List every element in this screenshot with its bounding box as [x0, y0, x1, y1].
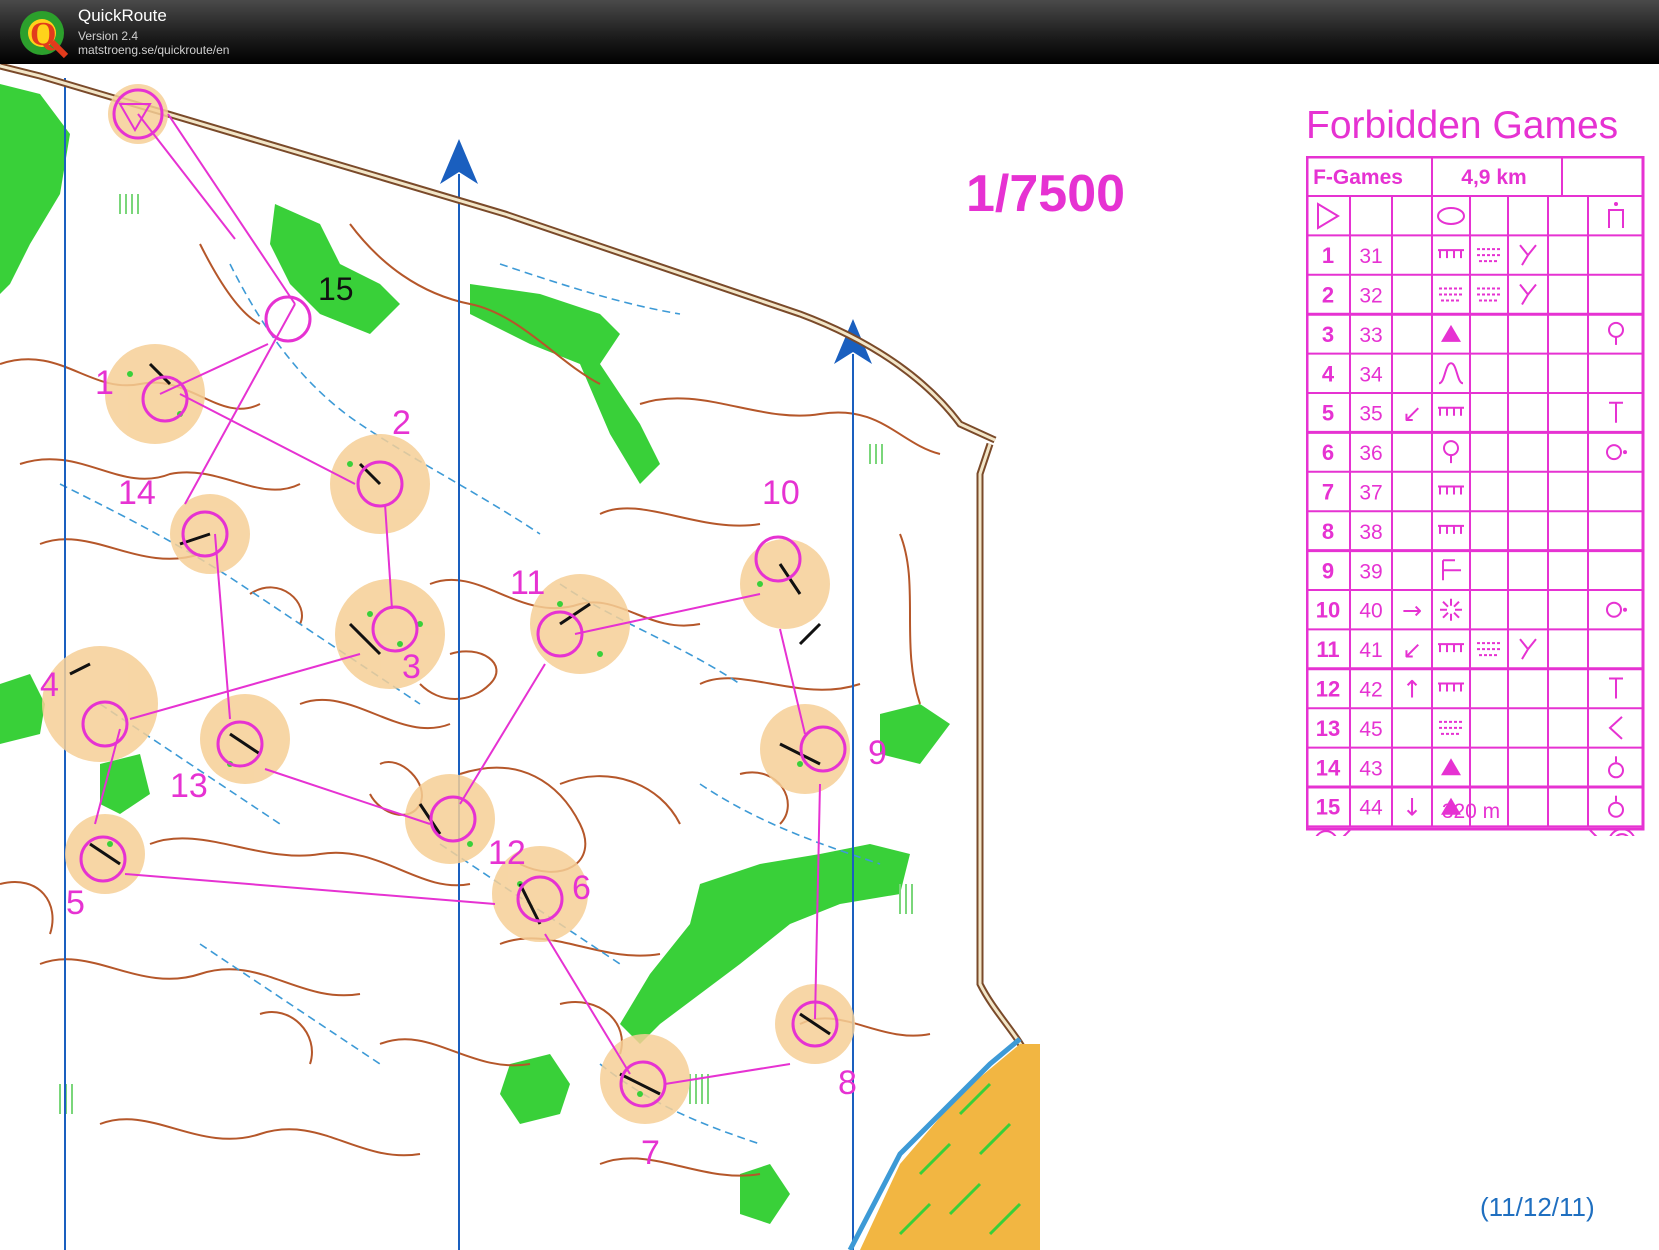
- control-number-12: 12: [488, 834, 526, 872]
- control-description-grid: 1 312 323 334 345 35 ↙6 367 378 389 3910 40 →11 41 ↙12…: [1305, 155, 1645, 867]
- map-scale: 1/7500: [966, 165, 1126, 223]
- control-number-4: 4: [40, 666, 59, 704]
- control-row-number: 15: [1316, 795, 1340, 820]
- app-title-bar: Q QuickRoute Version 2.4 matstroeng.se/q…: [0, 0, 1659, 64]
- course-name: F-Games: [1313, 166, 1403, 189]
- app-url: matstroeng.se/quickroute/en: [78, 43, 230, 57]
- course-length: 4,9 km: [1461, 166, 1526, 189]
- control-row-number: 8: [1322, 519, 1334, 544]
- control-row-code: 38: [1359, 521, 1382, 544]
- control-row-direction: ↓: [1402, 794, 1422, 822]
- control-row-code: 37: [1359, 482, 1382, 505]
- control-number-15: 15: [318, 271, 354, 307]
- app-title: QuickRoute: [78, 6, 167, 25]
- control-row-number: 2: [1322, 283, 1334, 308]
- control-row-number: 1: [1322, 243, 1334, 268]
- control-number-14: 14: [118, 474, 156, 512]
- control-row-number: 3: [1322, 322, 1334, 347]
- control-row-direction: →: [1402, 597, 1422, 625]
- control-row-number: 9: [1322, 558, 1334, 583]
- control-number-2: 2: [392, 404, 411, 442]
- control-row-code: 36: [1359, 442, 1382, 465]
- control-row-number: 6: [1322, 440, 1334, 465]
- control-row-number: 7: [1322, 480, 1334, 505]
- control-row-number: 10: [1316, 598, 1340, 623]
- control-row-code: 35: [1359, 403, 1382, 426]
- control-number-11: 11: [510, 564, 545, 602]
- control-number-1: 1: [95, 364, 114, 402]
- control-number-3: 3: [402, 648, 421, 686]
- event-title: Forbidden Games: [1306, 104, 1619, 147]
- svg-text:Q: Q: [30, 16, 56, 53]
- control-row-direction: ↙: [1402, 400, 1422, 428]
- control-row-code: 44: [1359, 797, 1383, 820]
- control-row-direction: ↑: [1402, 676, 1422, 704]
- control-description-sheet: 1 31 2 32 3 33 4 34 5 35 ↙ 6 36 7 37 8 38 9 39 10 40 → 11 41 ↙ 12…: [1305, 155, 1646, 867]
- control-number-13: 13: [170, 767, 208, 805]
- control-row-number: 13: [1316, 716, 1340, 741]
- control-row-code: 33: [1359, 324, 1382, 347]
- app-version: Version 2.4: [78, 29, 139, 43]
- control-row-code: 45: [1359, 718, 1382, 741]
- control-row-code: 34: [1359, 363, 1383, 386]
- control-number-9: 9: [868, 734, 887, 772]
- control-row-code: 31: [1359, 245, 1382, 268]
- control-row-code: 32: [1359, 285, 1382, 308]
- map-date: (11/12/11): [1480, 1192, 1595, 1222]
- orienteering-map[interactable]: 15 1 2 14 3 11 10 4 13 9 12 6 5 8 7 1/75…: [0, 64, 1659, 1250]
- control-row-code: 41: [1359, 639, 1382, 662]
- quickroute-logo-icon: Q: [20, 11, 69, 59]
- control-row-code: 40: [1359, 600, 1382, 623]
- control-row-direction: ↙: [1402, 636, 1422, 664]
- finish-distance: 320 m: [1442, 800, 1500, 823]
- control-row-number: 14: [1316, 755, 1341, 780]
- control-row-number: 12: [1316, 677, 1340, 702]
- control-row-code: 42: [1359, 679, 1382, 702]
- control-number-7: 7: [641, 1134, 660, 1172]
- control-number-8: 8: [838, 1064, 857, 1102]
- finish-start-icon: [1314, 829, 1351, 855]
- control-row-number: 4: [1322, 361, 1335, 386]
- control-number-5: 5: [66, 884, 85, 922]
- control-row-number: 11: [1316, 637, 1339, 662]
- control-row-number: 5: [1322, 401, 1334, 426]
- control-row-code: 39: [1359, 560, 1382, 583]
- control-number-6: 6: [572, 869, 591, 907]
- control-number-10: 10: [762, 474, 800, 512]
- control-row-code: 43: [1359, 757, 1382, 780]
